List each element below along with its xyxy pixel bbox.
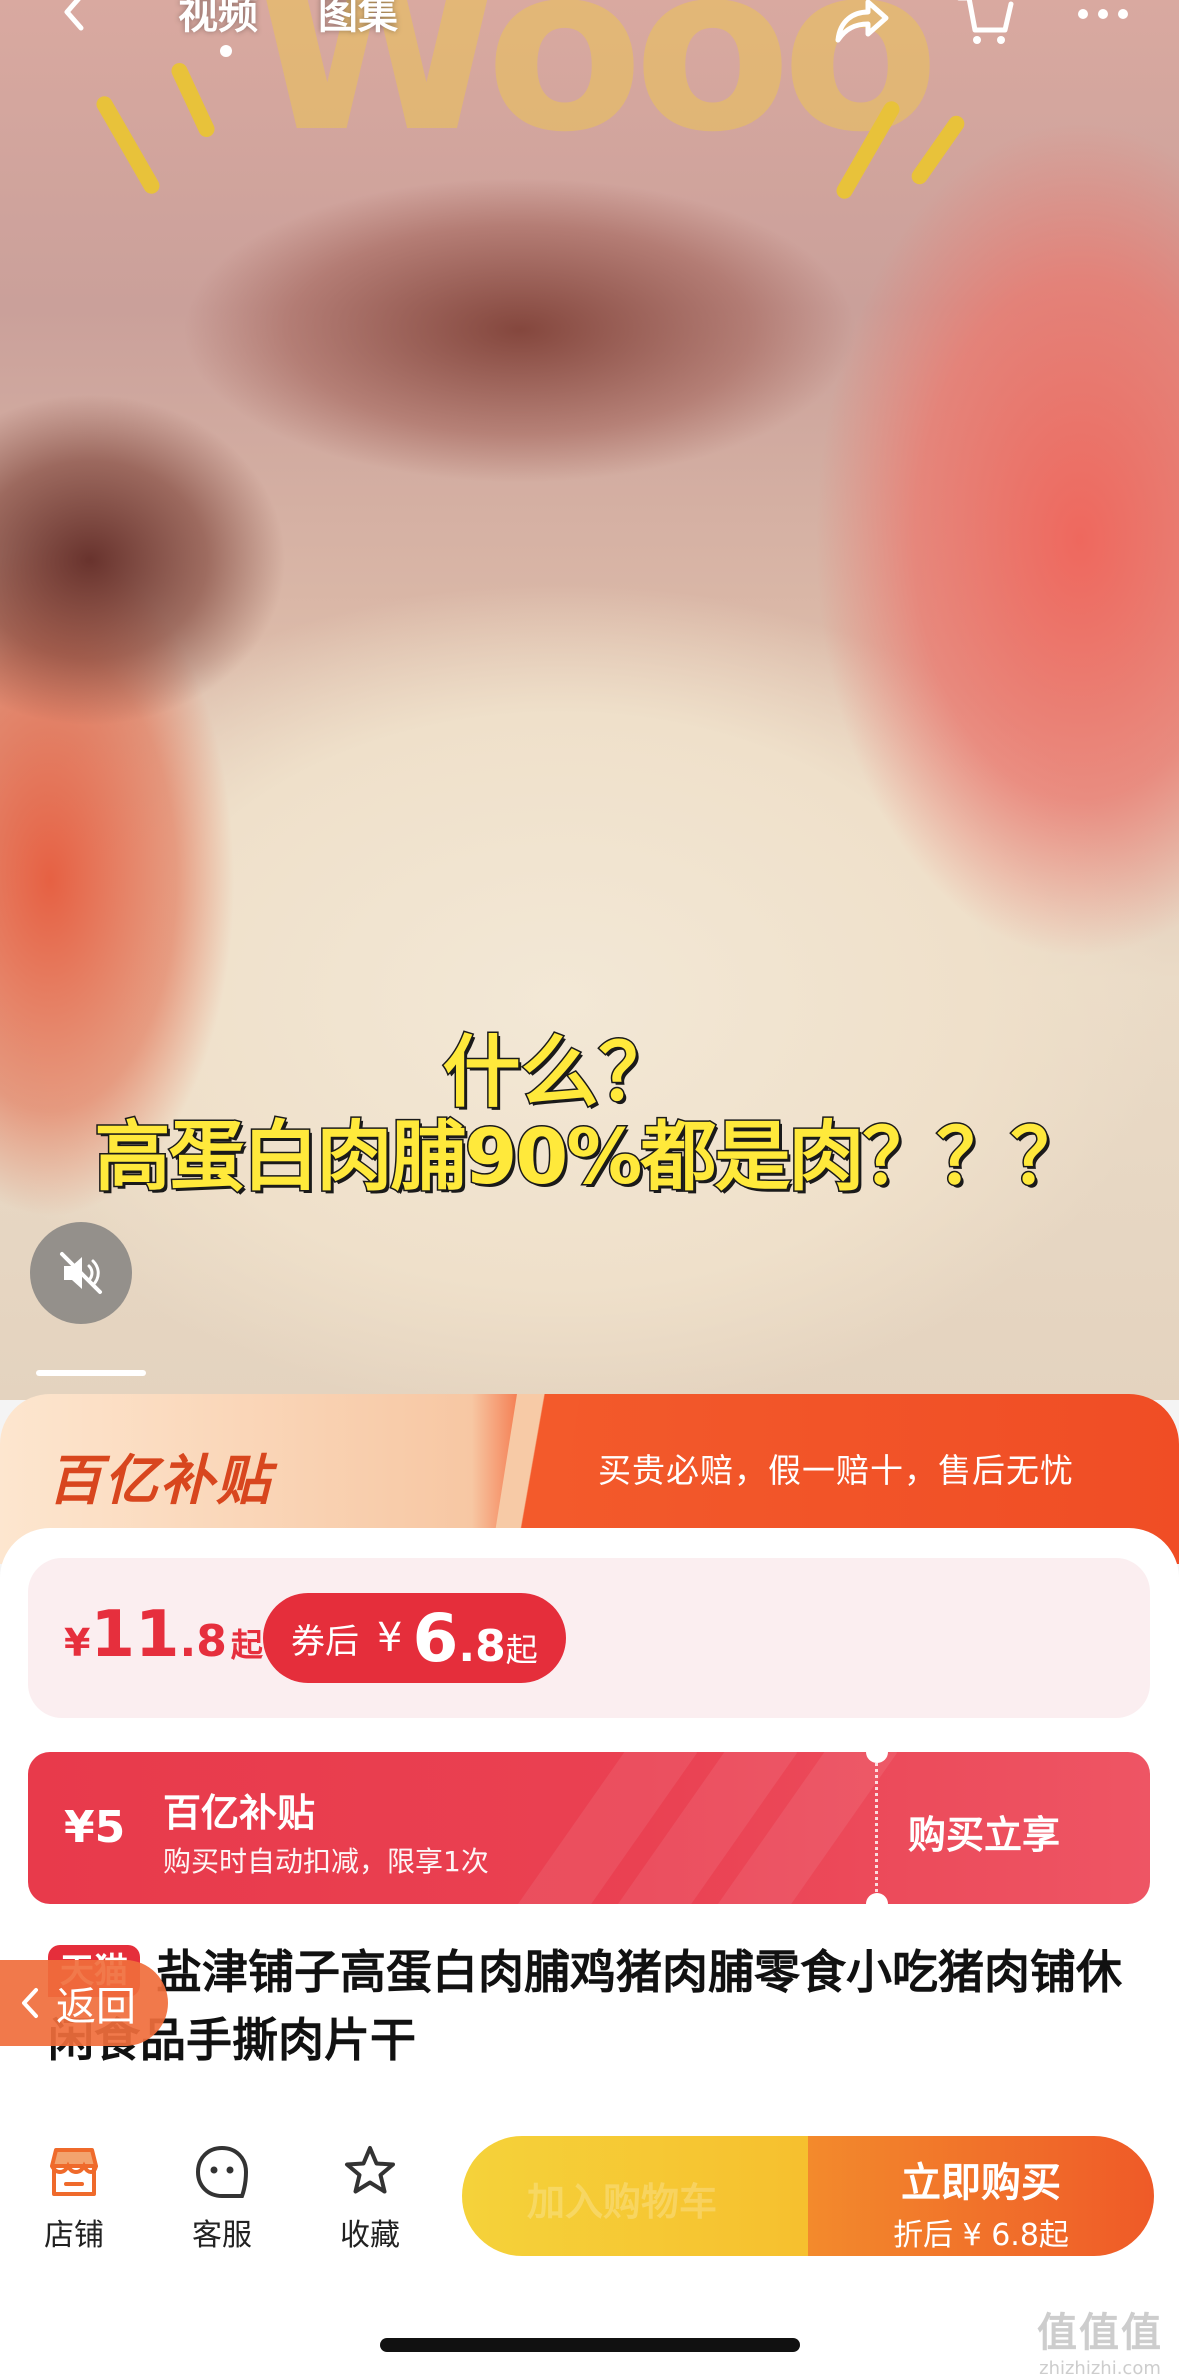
return-label: 返回 [56,1984,136,2030]
buy-now-label: 立即购买 [901,2160,1061,2206]
watermark-mark: 值值值 [1037,2310,1163,2356]
customer-service-icon [192,2142,252,2202]
active-tab-indicator [220,45,232,57]
product-title: 天猫 盐津铺子高蛋白肉脯鸡猪肉脯零食小吃猪肉铺休闲食品手撕肉片干 [48,1938,1138,2074]
home-indicator[interactable] [380,2338,800,2352]
price-suffix: 起 [230,1626,263,1664]
tab-video[interactable]: 视频 [178,0,258,40]
nav-customer-service-label: 客服 [192,2218,252,2253]
coupon-amount: ¥5 [64,1802,126,1853]
nav-favorite-label: 收藏 [340,2218,400,2253]
nav-store-label: 店铺 [44,2218,104,2253]
nav-store[interactable]: 店铺 [14,2142,134,2254]
price-decimal: .8 [179,1616,227,1667]
coupon-price-suffix: 起 [505,1630,538,1669]
currency-symbol: ¥ [64,1621,91,1665]
coupon-separator [875,1752,878,1904]
cart-icon[interactable] [955,0,1015,45]
star-icon [340,2142,400,2202]
product-video[interactable]: Wooo 视频 图集 什么？ 高蛋白肉脯90%都是肉？？？ [0,0,1179,1400]
subsidy-logo: 百亿补贴 [48,1449,272,1512]
coupon-price-label: 券后 [291,1621,359,1662]
back-icon[interactable] [55,0,95,40]
subsidy-slogan[interactable]: 买贵必赔，假一赔十，售后无忧 [598,1444,1074,1492]
tab-gallery[interactable]: 图集 [318,0,398,40]
video-caption-line-2: 高蛋白肉脯90%都是肉？？？ [93,1111,1088,1203]
return-button[interactable]: 返回 [0,1960,168,2046]
speaker-muted-icon [60,1252,102,1294]
video-frame-decoration-ray [168,60,218,140]
mute-button[interactable] [30,1222,132,1324]
product-title-text: 盐津铺子高蛋白肉脯鸡猪肉脯零食小吃猪肉铺休闲食品手撕肉片干 [48,1945,1123,2067]
coupon-action-button[interactable]: 购买立享 [908,1804,1060,1859]
watermark: 值值值 zhizhizhi.com [1030,2300,1170,2379]
chevron-left-icon [22,1988,38,2018]
buy-now-sublabel: 折后 ¥ 6.8起 [893,2218,1069,2253]
coupon-price-pill[interactable]: 券后 ¥ 6.8起 [263,1593,566,1683]
coupon-title: 百亿补贴 [163,1791,316,1835]
coupon-price-decimal: .8 [458,1620,506,1672]
coupon-currency-symbol: ¥ [377,1615,403,1661]
product-title-block: 天猫 盐津铺子高蛋白肉脯鸡猪肉脯零食小吃猪肉铺休闲食品手撕肉片干 [48,1938,1138,2074]
share-icon[interactable] [830,0,890,45]
price-integer: 11 [90,1598,180,1672]
product-info-card: ¥11.8 起 券后 ¥ 6.8起 ¥5 百亿补贴 购买时自动扣减，限享1次 购买… [0,1528,1179,2148]
subsidy-coupon[interactable]: ¥5 百亿补贴 购买时自动扣减，限享1次 购买立享 [28,1752,1150,1904]
coupon-price-integer: 6 [412,1599,459,1677]
nav-favorite[interactable]: 收藏 [310,2142,430,2254]
buy-now-button[interactable]: 立即购买 折后 ¥ 6.8起 [808,2136,1154,2256]
store-icon [44,2142,104,2202]
coupon-description: 购买时自动扣减，限享1次 [163,1845,489,1878]
add-to-cart-button[interactable]: 加入购物车 [462,2136,822,2256]
video-progress-bar[interactable] [36,1370,146,1376]
original-price: ¥11.8 起 [64,1598,263,1672]
watermark-domain: zhizhizhi.com [1039,2358,1161,2379]
coupon-notch-bottom [866,1893,888,1904]
more-icon[interactable] [1075,0,1135,45]
video-frame-decoration-ray [93,93,163,197]
add-to-cart-label: 加入购物车 [526,2180,717,2224]
product-detail-screen: Wooo 视频 图集 什么？ 高蛋白肉脯90%都是肉？？？ 百亿补贴 买贵必赔，… [0,0,1179,2379]
top-bar: 视频 图集 [0,0,1179,60]
price-section: ¥11.8 起 券后 ¥ 6.8起 [28,1558,1150,1718]
nav-customer-service[interactable]: 客服 [162,2142,282,2254]
